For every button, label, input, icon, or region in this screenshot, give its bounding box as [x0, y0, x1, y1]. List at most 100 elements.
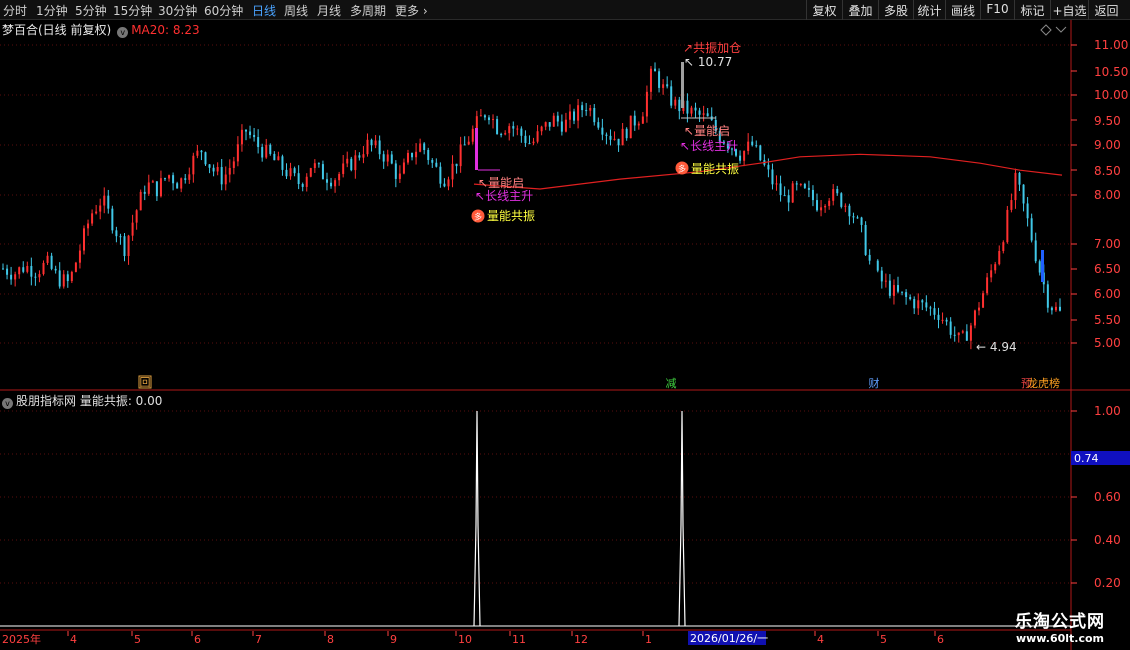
- candle: [852, 212, 855, 224]
- candle: [820, 200, 823, 217]
- candle-body: [637, 123, 640, 126]
- candle-body: [70, 271, 73, 282]
- candle-body: [941, 319, 944, 321]
- candle: [151, 179, 154, 183]
- candle: [856, 215, 859, 219]
- candle-body: [633, 115, 636, 126]
- candle-body: [10, 274, 13, 280]
- candle-body: [220, 167, 223, 185]
- candle-body: [585, 110, 588, 112]
- candle: [204, 151, 207, 166]
- candle-body: [662, 84, 665, 88]
- candle-body: [297, 173, 300, 185]
- candle: [666, 76, 669, 89]
- candle-body: [443, 183, 446, 187]
- candle-body: [261, 147, 264, 158]
- candle-body: [419, 143, 422, 152]
- candle: [479, 108, 482, 117]
- candle: [783, 186, 786, 197]
- candle-body: [50, 255, 53, 269]
- candle-body: [204, 152, 207, 165]
- date-label: 7: [255, 633, 262, 646]
- candle-body: [423, 143, 426, 151]
- candle: [670, 80, 673, 109]
- candle: [34, 272, 37, 286]
- candle: [317, 162, 320, 168]
- candle-body: [58, 270, 61, 287]
- candle-body: [1026, 203, 1029, 219]
- candle: [1006, 205, 1009, 244]
- candle-body: [38, 274, 41, 278]
- candle: [990, 264, 993, 283]
- candle-body: [552, 115, 555, 127]
- candle: [419, 138, 422, 153]
- event-marker-finance[interactable]: 财: [869, 376, 880, 390]
- candle-body: [78, 250, 81, 263]
- candle-body: [358, 155, 361, 158]
- candle: [232, 156, 235, 175]
- event-marker-buyback[interactable]: 回: [140, 376, 151, 389]
- candle: [66, 270, 69, 288]
- candle-body: [564, 119, 567, 132]
- candle-body: [949, 321, 952, 335]
- candle-body: [285, 169, 288, 177]
- event-marker-reduce[interactable]: 减: [666, 377, 677, 390]
- candle-body: [1014, 172, 1017, 201]
- candle-body: [366, 139, 369, 155]
- candle: [402, 158, 405, 175]
- candle: [953, 326, 956, 342]
- candle: [358, 152, 361, 161]
- candle-body: [455, 163, 458, 167]
- candle-body: [645, 91, 648, 117]
- candle: [913, 296, 916, 315]
- price-tick: 8.50: [1094, 164, 1121, 178]
- candle: [674, 96, 677, 110]
- candle: [95, 204, 98, 215]
- candle-body: [224, 174, 227, 185]
- diamond-icon[interactable]: [1040, 24, 1052, 36]
- candle: [10, 266, 13, 285]
- candle: [285, 163, 288, 179]
- indicator-tick: 0.20: [1094, 576, 1121, 590]
- candle-body: [807, 187, 810, 190]
- candle-body: [743, 151, 746, 161]
- candle: [1010, 193, 1013, 213]
- price-tick: 8.00: [1094, 188, 1121, 202]
- candle: [552, 112, 555, 127]
- candle: [366, 133, 369, 157]
- candle: [455, 163, 458, 174]
- collapse-icon[interactable]: v: [2, 398, 13, 409]
- candle-body: [390, 154, 393, 164]
- candle-body: [775, 183, 778, 185]
- candle: [605, 132, 608, 145]
- candle-body: [901, 291, 904, 293]
- candle-body: [46, 255, 49, 263]
- candle-body: [678, 99, 681, 112]
- candle: [176, 181, 179, 189]
- chevron-down-icon[interactable]: [1055, 26, 1067, 33]
- event-marker-dragon-tiger[interactable]: 龙虎榜: [1027, 376, 1060, 390]
- candle-body: [334, 180, 337, 187]
- candle-body: [496, 119, 499, 135]
- candle: [374, 135, 377, 149]
- annotation-long-rise-2: ↖长线主升: [680, 139, 738, 153]
- candle-body: [658, 71, 661, 88]
- candle: [386, 149, 389, 167]
- candle: [99, 198, 102, 220]
- candle-body: [617, 138, 620, 146]
- candle-body: [119, 236, 122, 238]
- candle-body: [463, 144, 466, 146]
- candle: [892, 279, 895, 305]
- date-axis: 2025年 4 5 6 7 8 9 10 11 12 1 4 5 6: [2, 632, 944, 646]
- indicator-title: 股朋指标网 量能共振: 0.00: [16, 394, 163, 408]
- candle-body: [1034, 240, 1037, 262]
- candle-body: [969, 325, 972, 341]
- date-label: 5: [134, 633, 141, 646]
- candle: [844, 203, 847, 213]
- price-tick: 10.50: [1094, 65, 1128, 79]
- candle-body: [909, 297, 912, 300]
- candle: [532, 137, 535, 146]
- candle: [334, 178, 337, 193]
- date-label: 2025年: [2, 632, 41, 646]
- candle-body: [759, 145, 762, 161]
